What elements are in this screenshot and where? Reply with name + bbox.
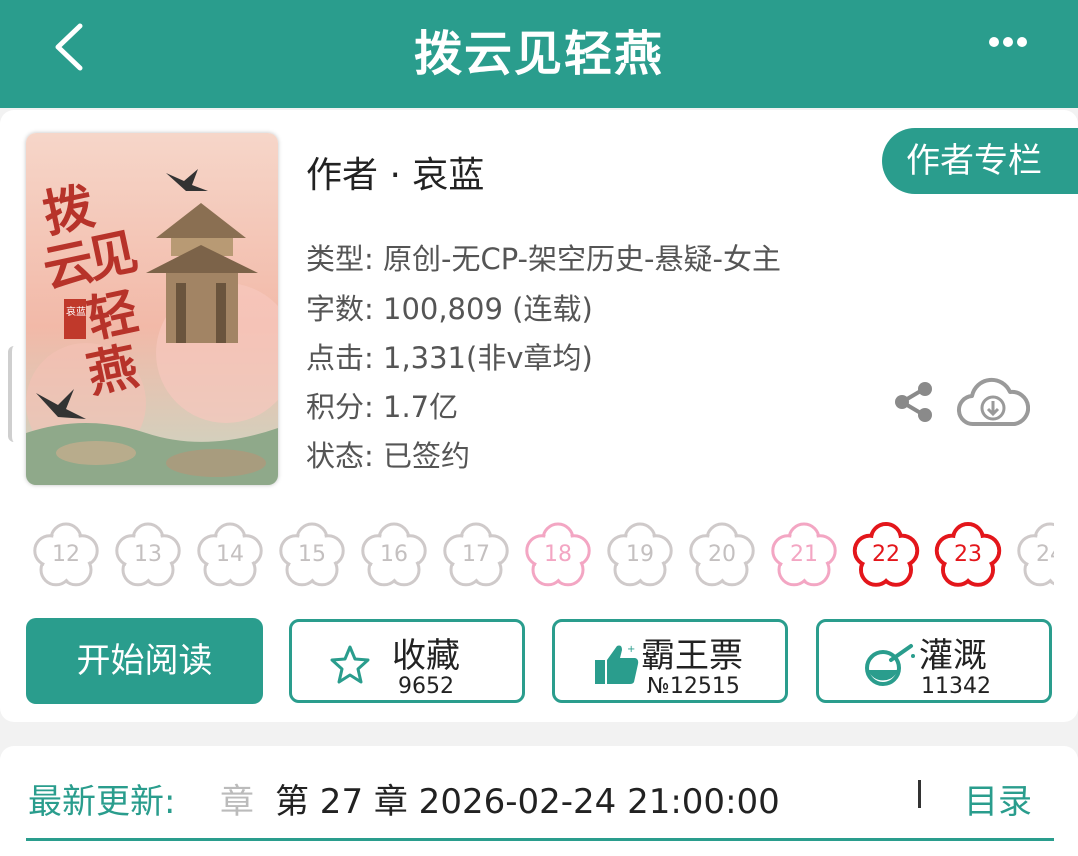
flower-marker: 20 bbox=[686, 520, 758, 592]
update-underline bbox=[26, 838, 1054, 841]
nutrient-button[interactable]: 灌溉 11342 bbox=[816, 619, 1052, 703]
share-icon[interactable] bbox=[892, 380, 936, 424]
flower-marker: 12 bbox=[30, 520, 102, 592]
flower-number: 23 bbox=[954, 542, 982, 567]
update-calendar-flowers: 12 13 14 15 16 17 18 19 20 21 22 23 24 bbox=[30, 520, 1054, 592]
nutrient-count: 11342 bbox=[921, 674, 991, 699]
latest-update-scroll-text: 章 bbox=[220, 782, 254, 822]
flower-marker: 15 bbox=[276, 520, 348, 592]
info-score: 积分: 1.7亿 bbox=[306, 390, 459, 424]
cloud-download-icon[interactable] bbox=[956, 376, 1030, 430]
flower-number: 16 bbox=[380, 542, 408, 567]
flower-marker: 24 bbox=[1014, 520, 1054, 592]
flower-number: 14 bbox=[216, 542, 244, 567]
info-status: 状态: 已签约 bbox=[306, 439, 470, 473]
flower-marker: 13 bbox=[112, 520, 184, 592]
thumbs-up-icon: + bbox=[595, 644, 639, 684]
favorite-count: 9652 bbox=[398, 674, 454, 699]
flower-number: 24 bbox=[1036, 542, 1054, 567]
info-clicks: 点击: 1,331(非v章均) bbox=[306, 341, 593, 375]
book-cover[interactable]: 拨 云 见 轻 燕 哀蓝 bbox=[26, 133, 278, 485]
flower-number: 18 bbox=[544, 542, 572, 567]
divider bbox=[918, 780, 921, 808]
author-column-button[interactable]: 作者专栏 bbox=[882, 128, 1078, 194]
flower-marker: 21 bbox=[768, 520, 840, 592]
flower-number: 20 bbox=[708, 542, 736, 567]
vote-button[interactable]: + 霸王票 №12515 bbox=[552, 619, 788, 703]
flower-marker: 14 bbox=[194, 520, 266, 592]
latest-update-chapter[interactable]: 第 27 章 2026-02-24 21:00:00 bbox=[275, 774, 780, 823]
cover-illustration: 拨 云 见 轻 燕 哀蓝 bbox=[26, 133, 278, 485]
flower-marker: 17 bbox=[440, 520, 512, 592]
flower-marker: 23 bbox=[932, 520, 1004, 592]
info-word-count: 字数: 100,809 (连载) bbox=[306, 292, 593, 326]
favorite-label: 收藏 bbox=[392, 636, 460, 676]
flower-marker: 16 bbox=[358, 520, 430, 592]
flower-marker: 18 bbox=[522, 520, 594, 592]
author-name[interactable]: 作者 · 哀蓝 bbox=[306, 146, 484, 198]
latest-update-label: 最新更新: bbox=[28, 782, 176, 822]
flower-number: 17 bbox=[462, 542, 490, 567]
favorite-button[interactable]: 收藏 9652 bbox=[289, 619, 525, 703]
flower-number: 21 bbox=[790, 542, 818, 567]
star-icon bbox=[330, 645, 370, 684]
nutrient-label: 灌溉 bbox=[919, 636, 987, 676]
info-genre: 类型: 原创-无CP-架空历史-悬疑-女主 bbox=[306, 242, 781, 276]
svg-text:+: + bbox=[627, 644, 635, 655]
flower-number: 13 bbox=[134, 542, 162, 567]
flower-marker: 19 bbox=[604, 520, 676, 592]
page-title: 拨云见轻燕 bbox=[413, 26, 664, 82]
side-drawer-handle[interactable] bbox=[8, 346, 24, 442]
vote-label: 霸王票 bbox=[641, 636, 743, 676]
start-reading-button[interactable]: 开始阅读 bbox=[26, 618, 263, 704]
vote-count: №12515 bbox=[647, 674, 740, 699]
table-of-contents-link[interactable]: 目录 bbox=[964, 774, 1032, 823]
cover-seal: 哀蓝 bbox=[66, 305, 86, 318]
flower-number: 12 bbox=[52, 542, 80, 567]
top-bar: 拨云见轻燕 bbox=[0, 0, 1078, 108]
more-options-icon[interactable] bbox=[988, 36, 1028, 48]
flask-icon bbox=[865, 644, 915, 686]
flower-number: 22 bbox=[872, 542, 900, 567]
flower-marker: 22 bbox=[850, 520, 922, 592]
flower-number: 19 bbox=[626, 542, 654, 567]
flower-number: 15 bbox=[298, 542, 326, 567]
